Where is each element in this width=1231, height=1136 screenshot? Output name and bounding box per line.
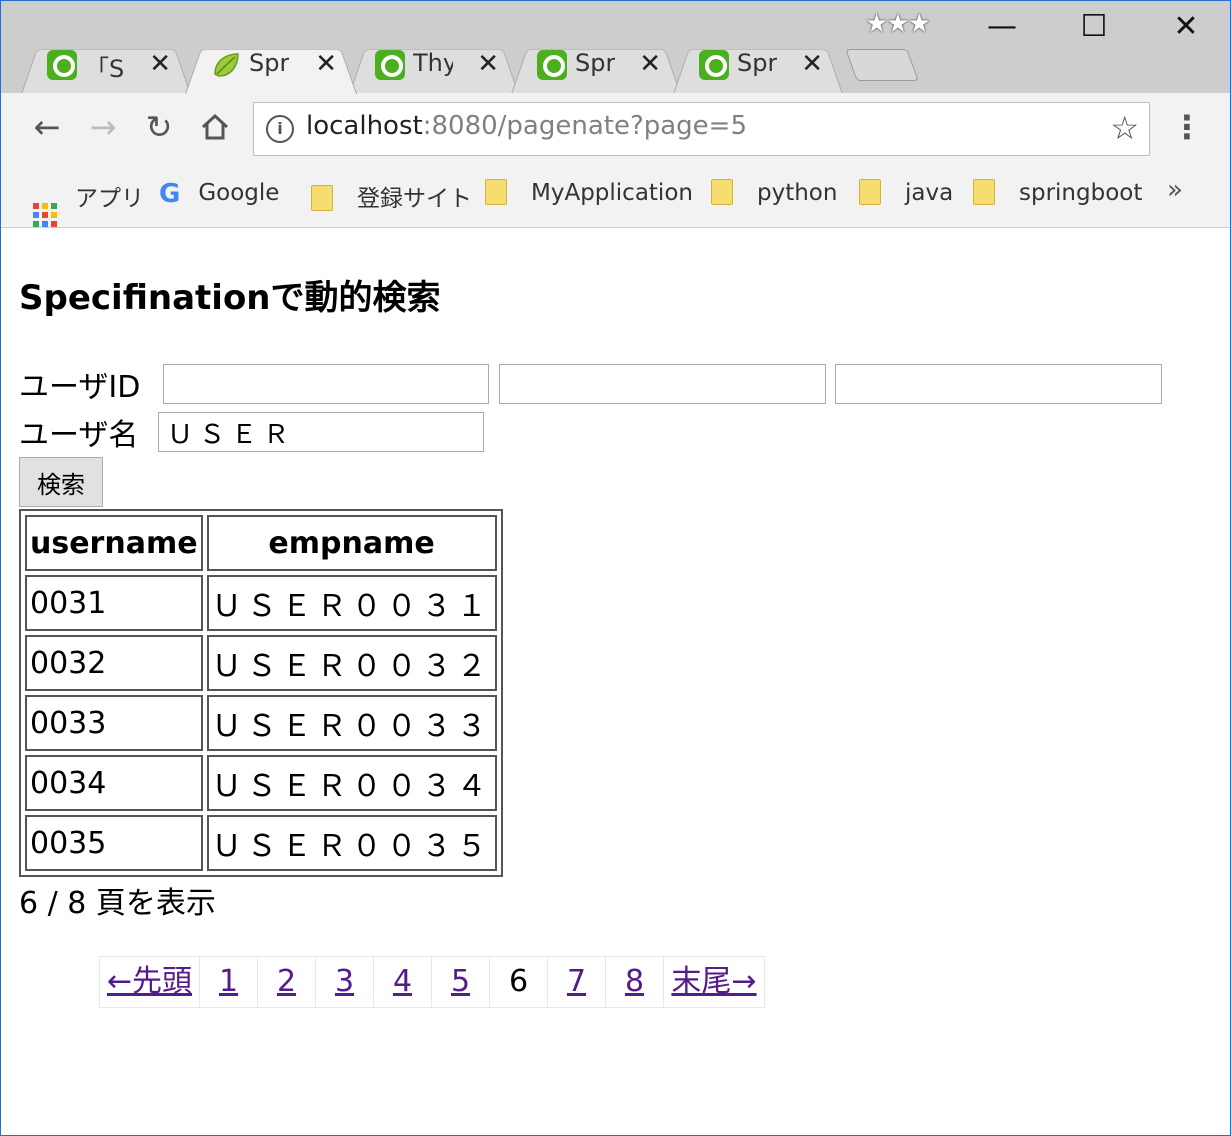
apps-grid-icon	[33, 203, 57, 227]
table-row: 0033 ＵＳＥＲ００３３	[25, 695, 497, 751]
cell-empname: ＵＳＥＲ００３４	[206, 755, 497, 811]
tab-title: Sprin	[575, 49, 615, 77]
results-table: username empname 0031 ＵＳＥＲ００３１ 0032 ＵＳＥＲ…	[19, 509, 503, 877]
table-row: 0031 ＵＳＥＲ００３１	[25, 575, 497, 631]
pager-page-link[interactable]: 1	[200, 957, 258, 1007]
bookmark-folder[interactable]: MyApplication	[485, 179, 693, 206]
info-icon[interactable]: i	[266, 115, 294, 143]
window-close-icon[interactable]: ✕	[1161, 9, 1211, 55]
userid-input-3[interactable]	[835, 364, 1162, 404]
folder-icon	[711, 179, 733, 205]
bookmark-folder[interactable]: python	[711, 179, 837, 206]
folder-icon	[973, 179, 995, 205]
pager-page-link[interactable]: 3	[316, 957, 374, 1007]
qiita-icon	[375, 50, 405, 80]
close-icon[interactable]: ✕	[639, 49, 661, 79]
minimize-icon[interactable]: —	[977, 9, 1027, 55]
folder-icon	[859, 179, 881, 205]
browser-window: 「Spr ✕ Thym ✕ Sprin ✕ Sprin ✕ S	[0, 0, 1231, 1136]
bookmark-folder[interactable]: 登録サイト	[311, 179, 472, 213]
cell-empname: ＵＳＥＲ００３５	[206, 815, 497, 871]
bookmark-star-icon[interactable]: ☆	[1110, 109, 1139, 147]
qiita-icon	[699, 50, 729, 80]
url-text[interactable]: localhost:8080/pagenate?page=5	[306, 111, 747, 141]
cell-empname: ＵＳＥＲ００３３	[206, 695, 497, 751]
userid-input-1[interactable]	[163, 364, 489, 404]
page-info: 6 / 8 頁を表示	[19, 886, 216, 921]
pagination: ←先頭 1 2 3 4 5 6 7 8 末尾→	[99, 956, 765, 1008]
table-header-row: username empname	[25, 515, 497, 571]
browser-toolbar: ← → ↻ i localhost:8080/pagenate?page=5 ☆…	[1, 93, 1230, 165]
pager-page-link[interactable]: 7	[548, 957, 606, 1007]
pager-page-link[interactable]: 2	[258, 957, 316, 1007]
pager-current-page: 6	[490, 957, 548, 1007]
bookmark-google[interactable]: G Google	[159, 179, 279, 209]
forward-arrow-icon[interactable]: →	[83, 107, 123, 147]
qiita-icon	[47, 50, 77, 80]
close-icon[interactable]: ✕	[149, 49, 171, 79]
tab-3[interactable]: Sprin ✕	[511, 37, 681, 94]
userid-label: ユーザID	[19, 370, 141, 405]
page-title: Specifinationで動的検索	[19, 278, 441, 318]
tab-0[interactable]: 「Spr ✕	[21, 37, 191, 94]
bookmarks-overflow-button[interactable]: »	[1167, 175, 1183, 205]
search-button[interactable]: 検索	[19, 457, 103, 507]
spring-leaf-icon	[214, 53, 239, 77]
pager-page-link[interactable]: 8	[606, 957, 664, 1007]
cell-username: 0033	[25, 695, 203, 751]
cell-empname: ＵＳＥＲ００３２	[206, 635, 497, 691]
cell-username: 0031	[25, 575, 203, 631]
bookmarks-bar: アプリ G Google 登録サイト MyApplication python j…	[1, 165, 1230, 228]
table-row: 0035 ＵＳＥＲ００３５	[25, 815, 497, 871]
tab-title: 「Spr	[85, 55, 125, 83]
folder-icon	[311, 185, 333, 211]
google-icon: G	[159, 179, 181, 209]
column-header-username: username	[25, 515, 203, 571]
close-icon[interactable]: ✕	[315, 49, 337, 79]
page-content: Specifinationで動的検索 ユーザID ユーザ名 検索 usernam…	[1, 228, 1230, 1135]
cell-username: 0035	[25, 815, 203, 871]
pager-last-link[interactable]: 末尾→	[664, 957, 764, 1007]
pager-page-link[interactable]: 5	[432, 957, 490, 1007]
folder-icon	[485, 179, 507, 205]
maximize-icon[interactable]: ☐	[1069, 9, 1119, 55]
reload-icon[interactable]: ↻	[139, 107, 179, 147]
tab-4[interactable]: Sprin ✕	[673, 37, 843, 94]
qiita-icon	[537, 50, 567, 80]
username-label: ユーザ名	[19, 418, 139, 453]
close-icon[interactable]: ✕	[801, 49, 823, 79]
username-input[interactable]	[158, 412, 484, 452]
menu-kebab-icon[interactable]: ⋮	[1171, 109, 1203, 149]
bookmark-apps[interactable]: アプリ	[33, 179, 144, 227]
profile-badge: ★★★	[865, 9, 931, 39]
home-icon[interactable]	[195, 107, 235, 147]
address-bar[interactable]: i localhost:8080/pagenate?page=5 ☆	[253, 102, 1150, 156]
tab-title: Sprin	[249, 49, 289, 77]
bookmark-folder[interactable]: java	[859, 179, 953, 206]
back-arrow-icon[interactable]: ←	[27, 107, 67, 147]
tab-2[interactable]: Thym ✕	[349, 37, 519, 94]
tab-strip: 「Spr ✕ Thym ✕ Sprin ✕ Sprin ✕ S	[1, 1, 1230, 94]
close-icon[interactable]: ✕	[477, 49, 499, 79]
userid-input-2[interactable]	[499, 364, 826, 404]
cell-username: 0032	[25, 635, 203, 691]
tab-title: Sprin	[737, 49, 777, 77]
table-row: 0032 ＵＳＥＲ００３２	[25, 635, 497, 691]
column-header-empname: empname	[206, 515, 497, 571]
cell-username: 0034	[25, 755, 203, 811]
tab-title: Thym	[413, 49, 453, 77]
cell-empname: ＵＳＥＲ００３１	[206, 575, 497, 631]
new-tab-button[interactable]	[845, 49, 919, 81]
bookmark-folder[interactable]: springboot	[973, 179, 1142, 206]
tab-1-active[interactable]: Sprin ✕	[185, 37, 357, 94]
table-row: 0034 ＵＳＥＲ００３４	[25, 755, 497, 811]
pager-first-link[interactable]: ←先頭	[100, 957, 200, 1007]
pager-page-link[interactable]: 4	[374, 957, 432, 1007]
